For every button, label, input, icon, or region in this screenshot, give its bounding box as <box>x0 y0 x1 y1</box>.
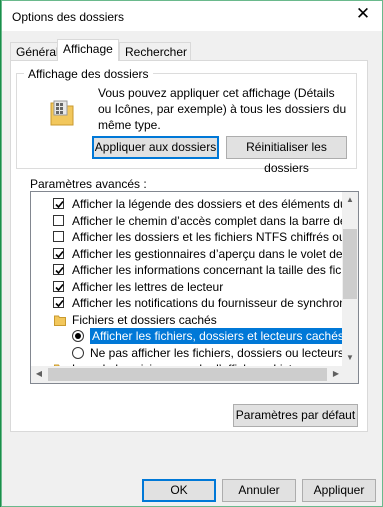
checkbox-checked[interactable] <box>53 281 64 292</box>
vertical-scroll-thumb[interactable] <box>343 229 357 299</box>
folder-views-description: Vous pouvez appliquer cet affichage (Dét… <box>98 86 347 132</box>
title-bar: Options des dossiers ✕ <box>2 1 382 31</box>
radio-selected[interactable] <box>72 330 84 342</box>
tab-search[interactable]: Rechercher <box>119 42 191 60</box>
checkbox-checked[interactable] <box>53 264 64 275</box>
folder-options-dialog: Options des dossiers ✕ Général Affichage… <box>1 0 383 507</box>
checkbox-checked[interactable] <box>53 248 64 259</box>
folder-icon <box>54 314 66 326</box>
folder-view-icon <box>50 100 74 126</box>
setting-label: Afficher le chemin d’accès complet dans … <box>72 214 344 228</box>
scroll-left-icon[interactable]: ◀ <box>31 366 47 382</box>
apply-button[interactable]: Appliquer <box>302 479 376 502</box>
scroll-up-icon[interactable]: ▲ <box>342 192 358 208</box>
restore-defaults-button[interactable]: Paramètres par défaut <box>233 404 358 427</box>
folder-views-label: Affichage des dossiers <box>24 67 153 81</box>
scroll-corner <box>342 366 358 383</box>
setting-label: Ne pas afficher les fichiers, dossiers o… <box>90 346 344 360</box>
cancel-button[interactable]: Annuler <box>222 479 296 502</box>
horizontal-scroll-thumb[interactable] <box>48 368 327 381</box>
checkbox-unchecked[interactable] <box>53 215 64 226</box>
setting-label: Fichiers et dossiers cachés <box>72 313 217 327</box>
setting-label: Afficher la légende des dossiers et des … <box>72 197 344 211</box>
checkbox-checked[interactable] <box>53 297 64 308</box>
tab-view[interactable]: Affichage <box>57 39 119 61</box>
advanced-settings-label: Paramètres avancés : <box>30 177 147 191</box>
advanced-settings-list: Afficher la légende des dossiers et des … <box>31 192 344 366</box>
setting-label: Afficher les lettres de lecteur <box>72 280 224 294</box>
setting-label: Afficher les gestionnaires d’aperçu dans… <box>72 247 344 261</box>
setting-label: Afficher les informations concernant la … <box>72 263 344 277</box>
radio-dot <box>75 333 81 339</box>
checkbox-checked[interactable] <box>53 198 64 209</box>
checkbox-unchecked[interactable] <box>53 231 64 242</box>
radio-unselected[interactable] <box>72 347 84 359</box>
setting-label: Afficher les dossiers et les fichiers NT… <box>72 230 344 244</box>
reset-folders-button[interactable]: Réinitialiser les dossiers <box>226 136 347 175</box>
window-title: Options des dossiers <box>12 10 125 24</box>
horizontal-scrollbar[interactable]: ◀ ▶ <box>31 366 344 383</box>
scroll-down-icon[interactable]: ▼ <box>342 350 358 366</box>
tab-general[interactable]: Général <box>10 42 59 60</box>
vertical-scrollbar[interactable]: ▲ ▼ <box>342 192 358 366</box>
close-icon[interactable]: ✕ <box>354 5 372 23</box>
ok-button[interactable]: OK <box>142 479 216 502</box>
setting-label: Afficher les notifications du fournisseu… <box>72 296 344 310</box>
advanced-settings-tree[interactable]: Afficher la légende des dossiers et des … <box>30 191 359 384</box>
setting-label: Afficher les fichiers, dossiers et lecte… <box>90 328 344 344</box>
apply-to-folders-button[interactable]: Appliquer aux dossiers <box>92 136 219 159</box>
